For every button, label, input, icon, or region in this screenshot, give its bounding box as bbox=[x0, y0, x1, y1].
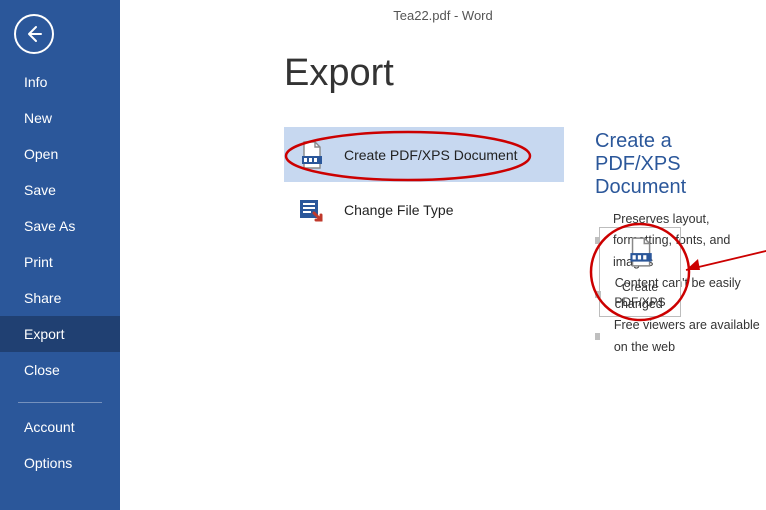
sidebar-item-new[interactable]: New bbox=[0, 100, 120, 136]
change-file-type-icon bbox=[294, 193, 328, 227]
sidebar-item-open[interactable]: Open bbox=[0, 136, 120, 172]
document-pdf-icon bbox=[294, 138, 328, 172]
bullet-item: Free viewers are available on the web bbox=[595, 315, 760, 358]
back-arrow-icon bbox=[24, 24, 44, 44]
back-button[interactable] bbox=[14, 14, 54, 54]
main-pane: Tea22.pdf - Word Export Create PDF/XPS D… bbox=[120, 0, 766, 510]
sidebar-item-print[interactable]: Print bbox=[0, 244, 120, 280]
bullet-icon bbox=[595, 333, 600, 340]
option-create-pdf-xps[interactable]: Create PDF/XPS Document bbox=[284, 127, 564, 182]
details-heading: Create a PDF/XPS Document bbox=[595, 130, 760, 199]
document-pdf-icon bbox=[624, 235, 656, 274]
sidebar-item-export[interactable]: Export bbox=[0, 316, 120, 352]
sidebar-divider bbox=[18, 402, 102, 403]
sidebar: Info New Open Save Save As Print Share E… bbox=[0, 0, 120, 510]
sidebar-item-options[interactable]: Options bbox=[0, 445, 120, 481]
sidebar-item-save[interactable]: Save bbox=[0, 172, 120, 208]
create-pdf-xps-button[interactable]: Create PDF/XPS bbox=[599, 227, 681, 317]
page-title: Export bbox=[284, 52, 394, 95]
option-label: Create PDF/XPS Document bbox=[344, 147, 518, 163]
option-label: Change File Type bbox=[344, 202, 453, 218]
backstage-view: Info New Open Save Save As Print Share E… bbox=[0, 0, 766, 510]
sidebar-item-account[interactable]: Account bbox=[0, 409, 120, 445]
sidebar-item-info[interactable]: Info bbox=[0, 64, 120, 100]
option-change-file-type[interactable]: Change File Type bbox=[284, 182, 564, 237]
sidebar-item-close[interactable]: Close bbox=[0, 352, 120, 388]
button-label: Create PDF/XPS bbox=[614, 280, 665, 310]
sidebar-item-save-as[interactable]: Save As bbox=[0, 208, 120, 244]
sidebar-item-share[interactable]: Share bbox=[0, 280, 120, 316]
export-options: Create PDF/XPS Document Change File Type bbox=[284, 127, 564, 237]
window-title: Tea22.pdf - Word bbox=[120, 8, 766, 23]
